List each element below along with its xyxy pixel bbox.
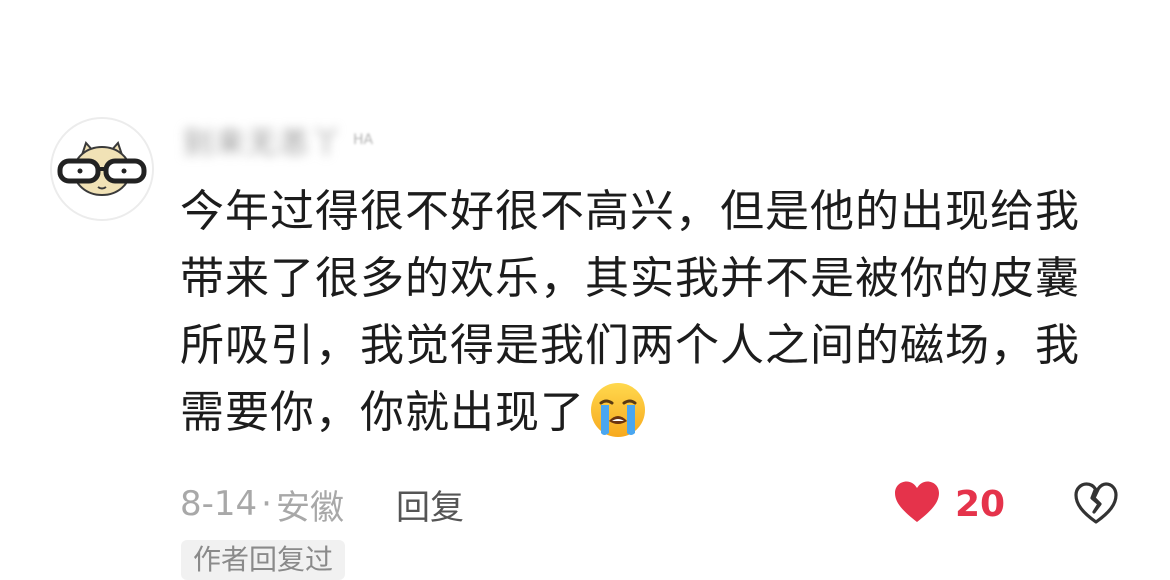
comment-item: 别来无恙丫 HA 今年过得很不好很不高兴，但是他的出现给我带来了很多的欢乐，其实… (0, 0, 1170, 580)
comment-meta: 8-14 · 安徽 回复 (180, 478, 464, 530)
comment-location: 安徽 (275, 487, 344, 528)
comment-text: 今年过得很不好很不高兴，但是他的出现给我带来了很多的欢乐，其实我并不是被你的皮囊… (180, 178, 1120, 446)
reply-button[interactable]: 回复 (396, 480, 464, 529)
username-suffix: HA (353, 132, 374, 148)
dislike-button[interactable] (1072, 480, 1120, 528)
comment-date: 8-14 (180, 484, 258, 524)
heart-filled-icon (893, 480, 941, 528)
username[interactable]: 别来无恙丫 HA (183, 118, 373, 162)
loudly-crying-face-icon (589, 381, 647, 439)
like-count: 20 (955, 483, 1006, 525)
avatar-cat-glasses-icon (52, 119, 152, 219)
broken-heart-icon (1074, 482, 1118, 524)
username-text: 别来无恙丫 (183, 126, 343, 161)
avatar[interactable] (50, 117, 154, 221)
meta-separator: · (261, 484, 272, 524)
author-replied-badge: 作者回复过 (181, 540, 346, 580)
like-button[interactable]: 20 (893, 478, 1005, 530)
